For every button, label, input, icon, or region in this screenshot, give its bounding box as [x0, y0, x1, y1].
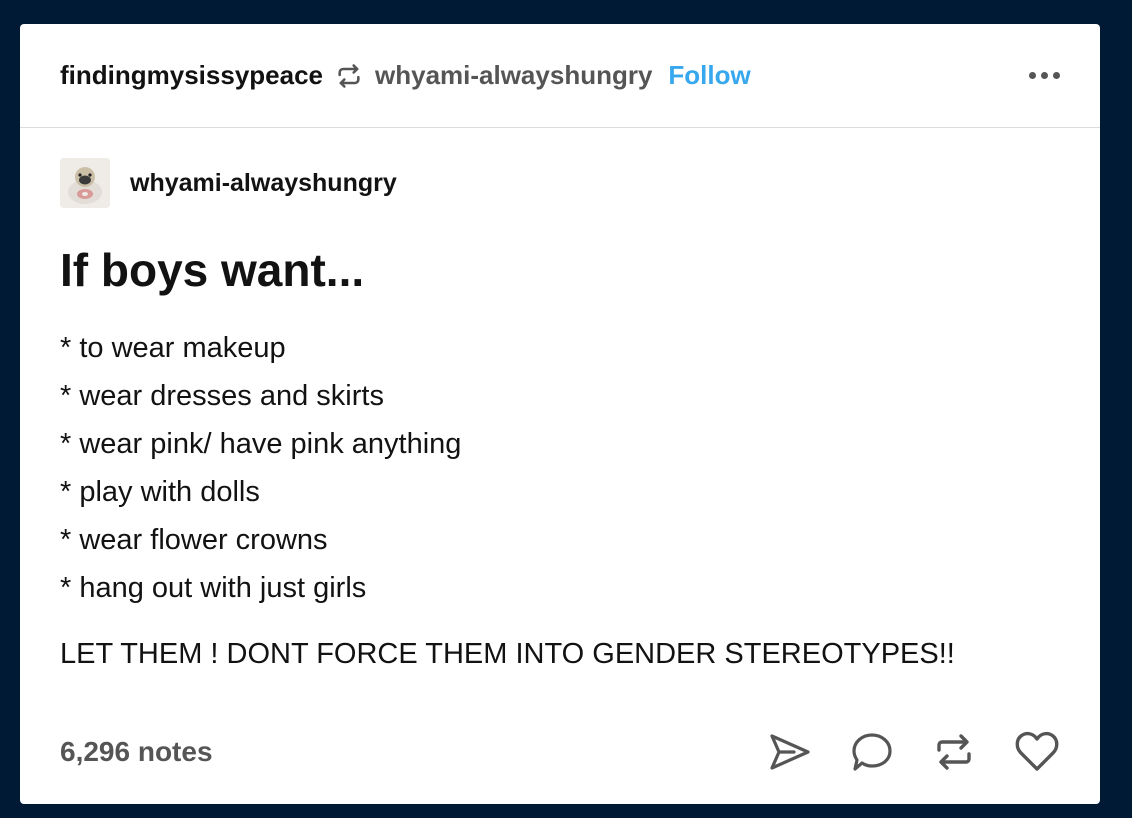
post-heading: If boys want... [60, 244, 365, 296]
list-item: * wear pink/ have pink anything [60, 428, 462, 460]
list-item: * play with dolls [60, 476, 260, 508]
post-list: * to wear makeup * wear dresses and skir… [60, 324, 1060, 612]
reblogger-username[interactable]: findingmysissypeace [60, 60, 323, 91]
share-icon[interactable] [768, 732, 812, 772]
post-author: whyami-alwayshungry [60, 158, 1060, 208]
follow-button[interactable]: Follow [668, 60, 750, 91]
heart-icon[interactable] [1014, 731, 1060, 773]
post-actions [768, 731, 1060, 773]
more-icon[interactable] [1029, 66, 1060, 85]
author-name[interactable]: whyami-alwayshungry [130, 169, 397, 198]
source-username[interactable]: whyami-alwayshungry [375, 60, 652, 91]
list-item: * wear dresses and skirts [60, 380, 384, 412]
reply-icon[interactable] [850, 731, 894, 773]
reblog-icon[interactable] [932, 732, 976, 772]
post-closing-text: LET THEM ! DONT FORCE THEM INTO GENDER S… [60, 638, 955, 670]
post-header: findingmysissypeace whyami-alwayshungry … [20, 24, 1100, 128]
list-item: * wear flower crowns [60, 524, 328, 556]
avatar[interactable] [60, 158, 110, 208]
list-item: * to wear makeup [60, 332, 286, 364]
notes-count[interactable]: 6,296 notes [60, 736, 213, 768]
post-card: findingmysissypeace whyami-alwayshungry … [20, 24, 1100, 804]
post-body: whyami-alwayshungry If boys want... * to… [20, 128, 1100, 674]
list-item: * hang out with just girls [60, 572, 367, 604]
post-footer: 6,296 notes [60, 722, 1060, 782]
reblog-icon [335, 63, 363, 89]
